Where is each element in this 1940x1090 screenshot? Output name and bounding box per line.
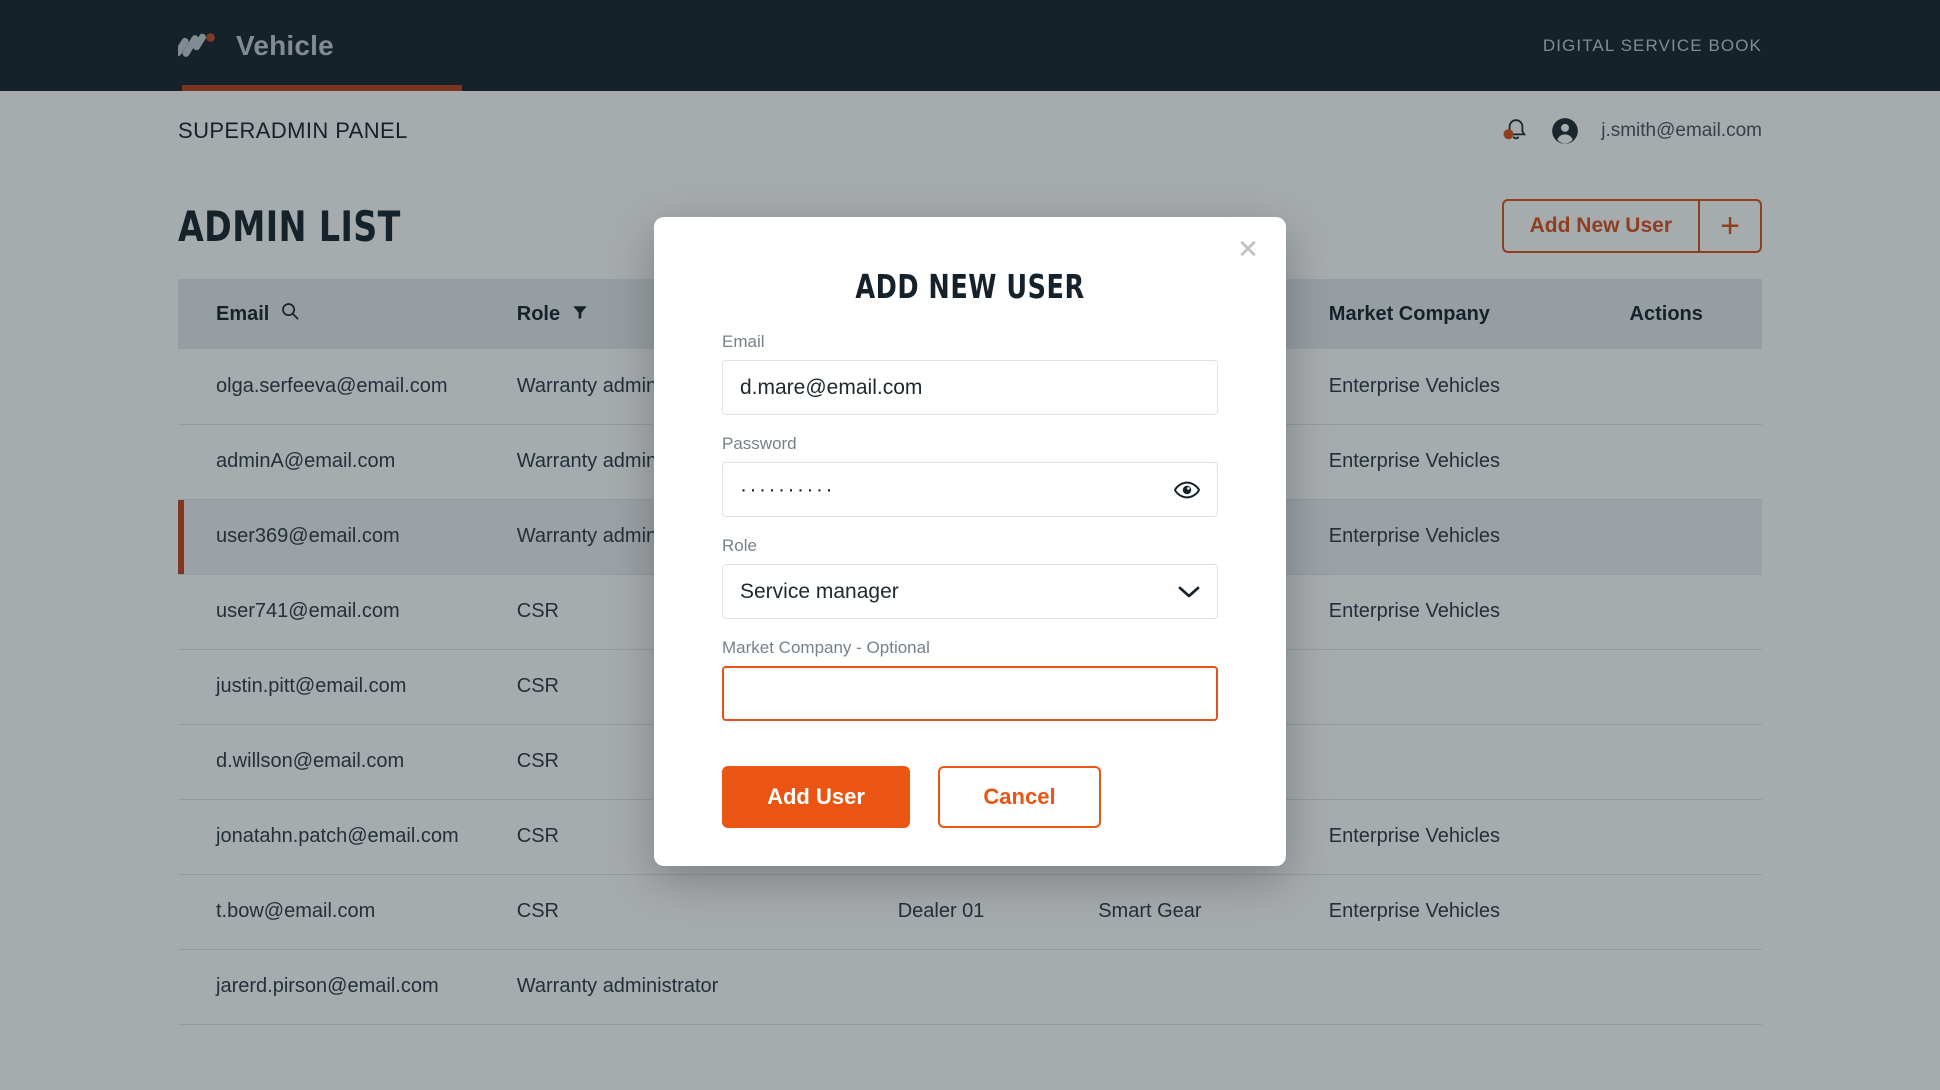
role-field-group: Role Service manager — [722, 536, 1218, 619]
chevron-down-icon[interactable] — [1178, 585, 1200, 599]
password-field-label: Password — [722, 434, 1218, 454]
add-new-user-modal: ✕ ADD NEW USER Email d.mare@email.com Pa… — [654, 217, 1286, 866]
role-field-label: Role — [722, 536, 1218, 556]
market-company-input[interactable] — [722, 666, 1218, 721]
role-select[interactable]: Service manager — [722, 564, 1218, 619]
cancel-button[interactable]: Cancel — [938, 766, 1101, 828]
email-field-group: Email d.mare@email.com — [722, 332, 1218, 415]
market-company-field-label: Market Company - Optional — [722, 638, 1218, 658]
role-select-value: Service manager — [740, 580, 899, 604]
modal-body: Email d.mare@email.com Password ········… — [654, 332, 1286, 721]
modal-overlay[interactable]: ✕ ADD NEW USER Email d.mare@email.com Pa… — [0, 0, 1940, 1090]
add-user-button[interactable]: Add User — [722, 766, 910, 828]
email-field-label: Email — [722, 332, 1218, 352]
eye-icon[interactable] — [1174, 481, 1200, 499]
modal-actions: Add User Cancel — [654, 740, 1286, 828]
email-input-value: d.mare@email.com — [740, 376, 922, 400]
password-input-value: ·········· — [740, 478, 835, 502]
market-company-field-group: Market Company - Optional — [722, 638, 1218, 721]
email-input[interactable]: d.mare@email.com — [722, 360, 1218, 415]
modal-title: ADD NEW USER — [698, 217, 1242, 332]
password-field-group: Password ·········· — [722, 434, 1218, 517]
password-input[interactable]: ·········· — [722, 462, 1218, 517]
